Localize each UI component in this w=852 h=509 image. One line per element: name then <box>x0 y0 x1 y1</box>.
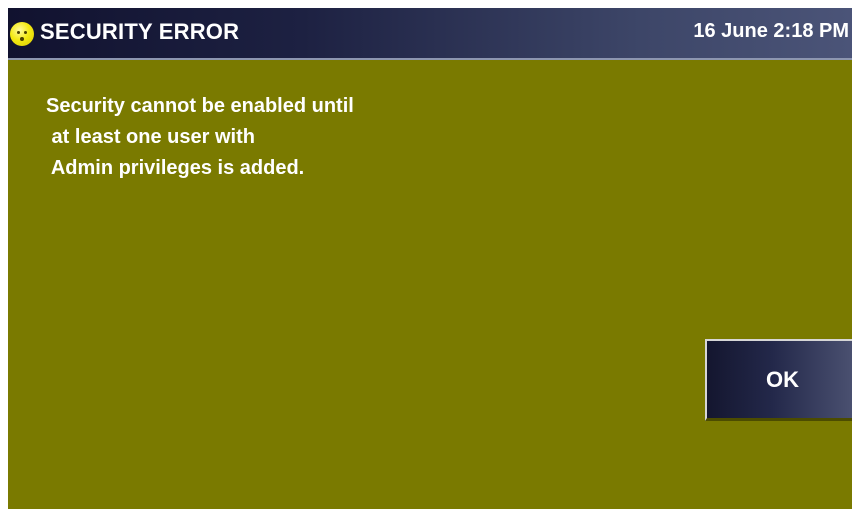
error-message-line-1: Security cannot be enabled until <box>46 95 354 117</box>
title-bar: SECURITY ERROR 16 June 2:18 PM <box>8 8 852 60</box>
page-title: SECURITY ERROR <box>40 19 240 44</box>
smiley-mouth <box>20 37 24 41</box>
smiley-face-icon <box>10 22 34 46</box>
error-message-line-3: Admin privileges is added. <box>46 157 305 179</box>
smiley-eye-right <box>24 31 27 34</box>
ok-button[interactable]: OK <box>705 339 852 421</box>
smiley-eye-left <box>17 31 20 34</box>
security-error-screen: SECURITY ERROR 16 June 2:18 PM Security … <box>8 8 852 509</box>
date-time: 16 June 2:18 PM <box>693 20 849 42</box>
error-message-line-2: at least one user with <box>46 126 255 148</box>
error-message: Security cannot be enabled until at leas… <box>46 91 354 184</box>
